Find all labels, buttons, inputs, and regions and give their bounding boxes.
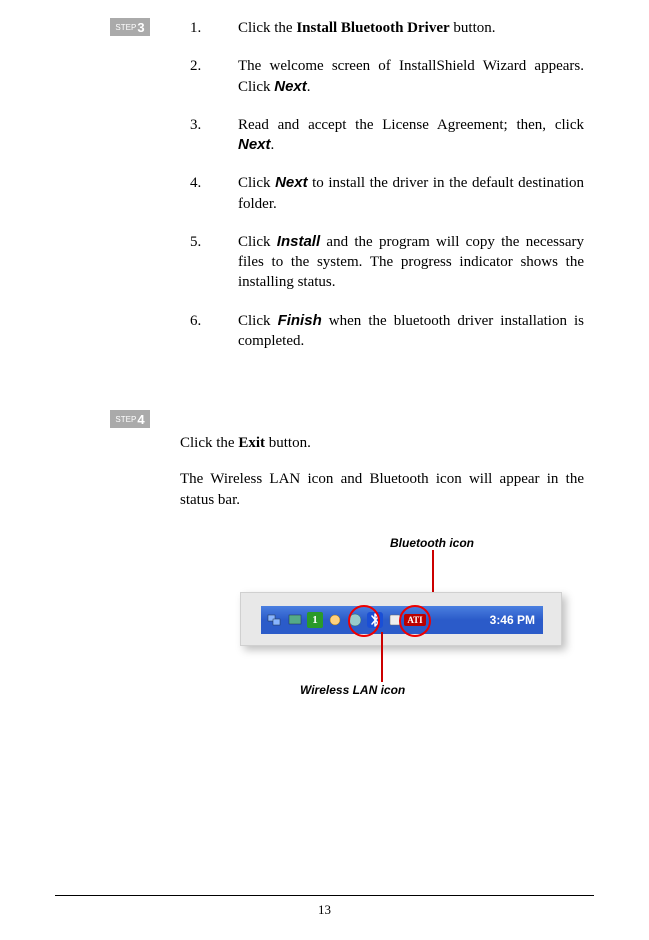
step-4-section: Click the Exit button. The Wireless LAN …: [110, 433, 584, 716]
step-word: STEP: [115, 23, 136, 32]
list-item: Click Next to install the driver in the …: [238, 173, 584, 214]
bold-italic-text: Next: [275, 174, 308, 191]
bluetooth-icon-label: Bluetooth icon: [390, 536, 474, 550]
footer-divider: [55, 895, 594, 896]
step-word: STEP: [115, 415, 136, 424]
step-4-badge: STEP4: [110, 410, 150, 428]
step-num: 3: [137, 20, 144, 35]
step-4-line1: Click the Exit button.: [180, 433, 584, 453]
taskbar-tray: 1: [261, 606, 543, 634]
audio-icon: [327, 612, 343, 628]
network-icon: [267, 612, 283, 628]
page-footer: 13: [0, 895, 649, 918]
taskbar-clock: 3:46 PM: [490, 613, 535, 627]
callout-line: [432, 550, 434, 598]
list-item: Click Install and the program will copy …: [238, 232, 584, 293]
step-num: 4: [137, 412, 144, 427]
bold-text: Exit: [238, 435, 265, 451]
list-item: The welcome screen of InstallShield Wiza…: [238, 56, 584, 97]
wireless-lan-icon: 1: [307, 612, 323, 628]
taskbar-figure: Bluetooth icon 1: [180, 536, 584, 716]
wireless-lan-label: Wireless LAN icon: [300, 683, 405, 697]
bold-italic-text: Install: [277, 233, 320, 250]
bluetooth-icon: [367, 612, 383, 628]
bold-text: Install Bluetooth Driver: [296, 20, 449, 36]
ati-icon: ATI: [407, 612, 423, 628]
page-number: 13: [318, 902, 331, 917]
touchpad-icon: [387, 612, 403, 628]
tray-icons: 1: [261, 612, 423, 628]
step-3-badge: STEP3: [110, 18, 150, 36]
bold-italic-text: Finish: [278, 312, 322, 329]
step-4-line2: The Wireless LAN icon and Bluetooth icon…: [180, 469, 584, 510]
system-icon: [347, 612, 363, 628]
bold-italic-text: Next: [238, 136, 271, 153]
callout-line: [381, 632, 383, 682]
step-3-list: Click the Install Bluetooth Driver butto…: [110, 18, 584, 351]
display-icon: [287, 612, 303, 628]
page-content: STEP3 Click the Install Bluetooth Driver…: [0, 0, 649, 716]
list-item: Click Finish when the bluetooth driver i…: [238, 311, 584, 352]
list-item: Read and accept the License Agreement; t…: [238, 115, 584, 156]
bold-italic-text: Next: [274, 78, 307, 95]
taskbar-screenshot: 1: [240, 592, 562, 646]
list-item: Click the Install Bluetooth Driver butto…: [238, 18, 584, 38]
